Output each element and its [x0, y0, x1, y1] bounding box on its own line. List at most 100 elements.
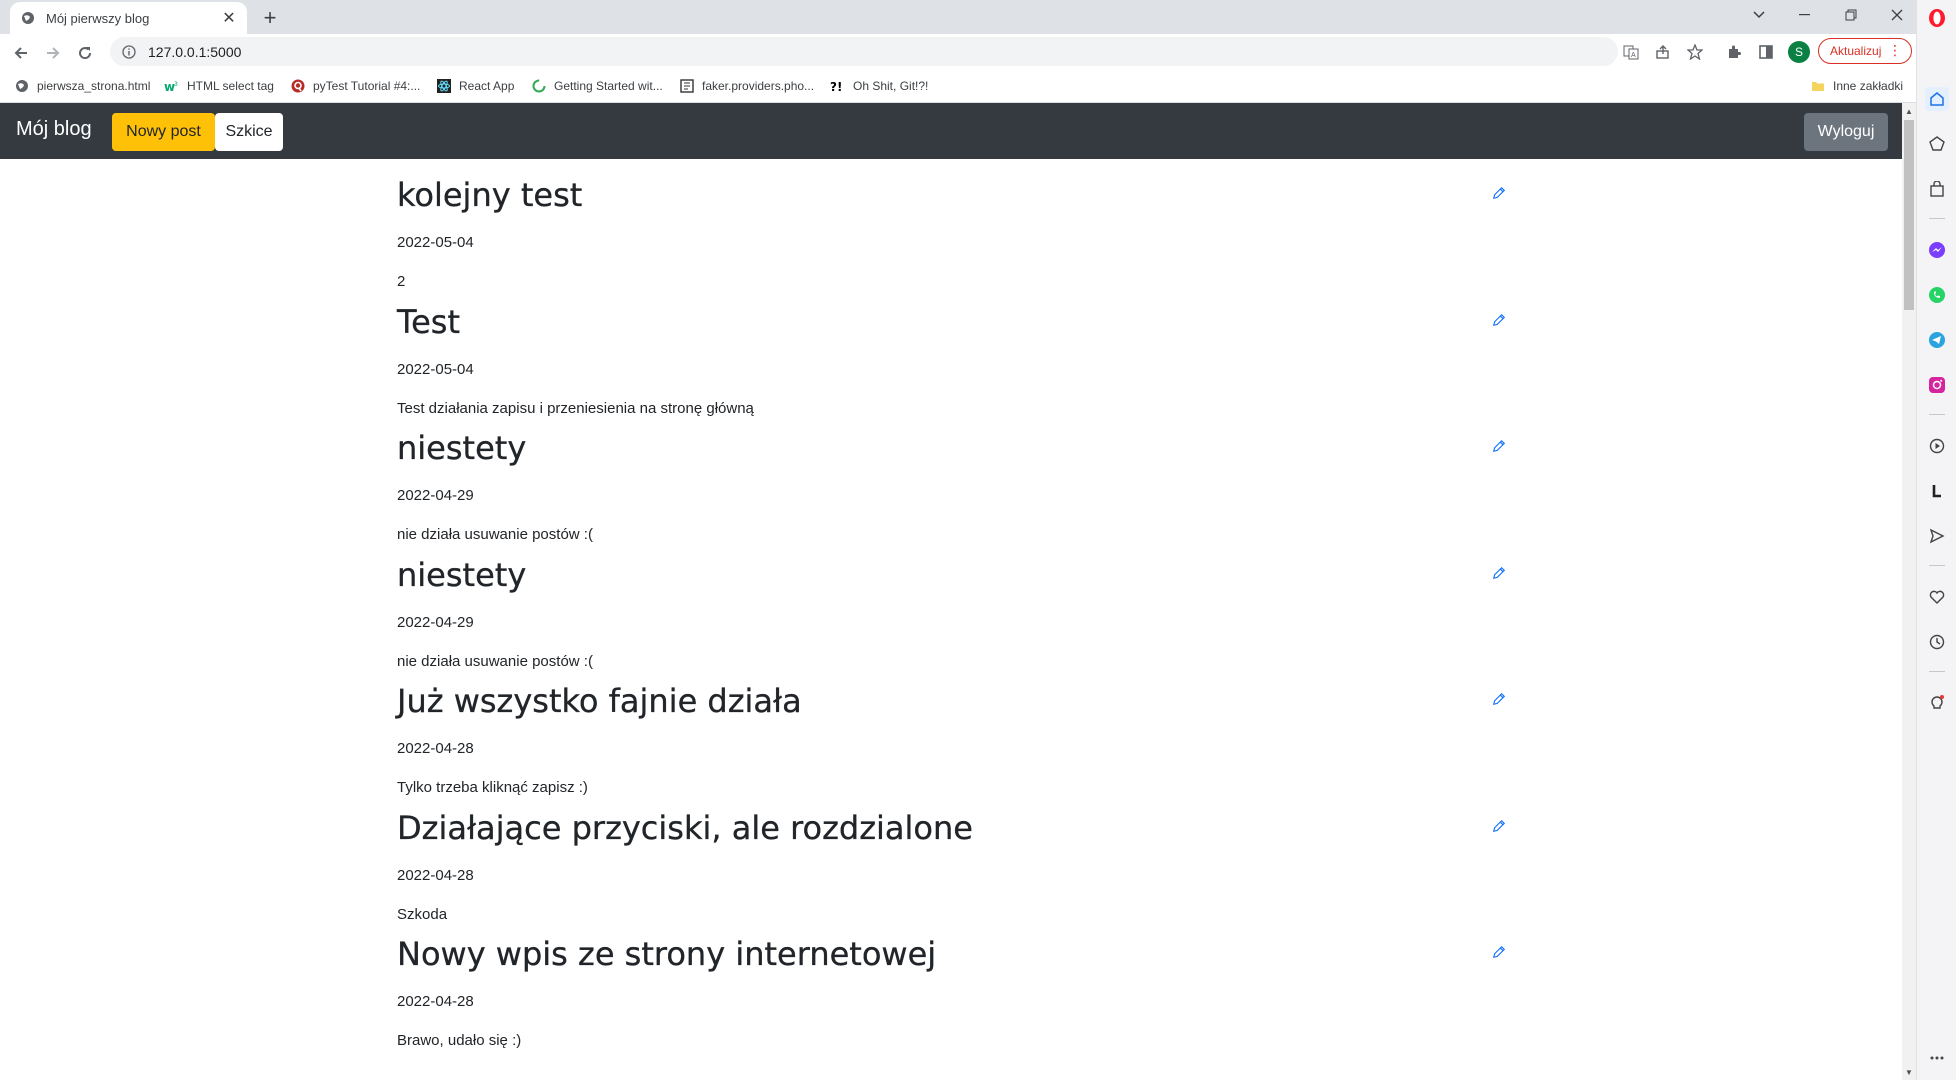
- post-item: Już wszystko fajnie działa 2022-04-28 Tylk…: [397, 665, 1509, 796]
- close-window-button[interactable]: [1874, 0, 1920, 30]
- profile-avatar[interactable]: S: [1788, 41, 1810, 63]
- url-text: 127.0.0.1:5000: [148, 43, 242, 60]
- new-post-button[interactable]: Nowy post: [112, 113, 215, 151]
- svg-text:A: A: [1631, 52, 1636, 59]
- drafts-button[interactable]: Szkice: [215, 113, 283, 151]
- logout-button[interactable]: Wyloguj: [1804, 113, 1888, 151]
- svg-text:?!: ?!: [830, 80, 842, 93]
- site-brand[interactable]: Mój blog: [16, 118, 92, 141]
- post-title[interactable]: Działające przyciski, ale rozdzialone: [397, 808, 973, 846]
- home-icon[interactable]: [1925, 87, 1949, 111]
- edit-pencil-icon[interactable]: [1490, 943, 1508, 961]
- site-info-icon[interactable]: [120, 43, 138, 61]
- back-icon[interactable]: [8, 40, 34, 66]
- globe-icon: [20, 10, 36, 26]
- bookmark-label: React App: [459, 79, 515, 93]
- send-icon[interactable]: [1925, 524, 1949, 548]
- bookmark-item[interactable]: Getting Started wit...: [531, 76, 663, 96]
- scroll-up-arrow[interactable]: ▲: [1902, 103, 1916, 119]
- folder-icon: [1810, 78, 1826, 94]
- page-viewport: Mój blog Nowy post Szkice Wyloguj kolejn…: [0, 103, 1916, 1080]
- telegram-icon[interactable]: [1925, 328, 1949, 352]
- post-title[interactable]: niestety: [397, 429, 527, 467]
- edit-pencil-icon[interactable]: [1490, 184, 1508, 202]
- translate-icon[interactable]: A: [1620, 41, 1642, 63]
- post-date: 2022-04-28: [397, 740, 474, 757]
- l-icon[interactable]: [1925, 479, 1949, 503]
- edit-pencil-icon[interactable]: [1490, 690, 1508, 708]
- globe-icon: [14, 78, 30, 94]
- bookmark-item[interactable]: ?! Oh Shit, Git!?!: [830, 76, 928, 96]
- tab-search-icon[interactable]: [1736, 0, 1782, 30]
- extensions-icon[interactable]: [1723, 41, 1745, 63]
- bookmark-label: faker.providers.pho...: [702, 79, 815, 93]
- post-date: 2022-04-28: [397, 866, 474, 884]
- pinboard-icon[interactable]: [1925, 132, 1949, 156]
- browser-tab[interactable]: Mój pierwszy blog ✕: [10, 2, 247, 34]
- page-scrollbar[interactable]: ▲ ▼: [1902, 103, 1916, 1080]
- history-icon[interactable]: [1925, 630, 1949, 654]
- post-title[interactable]: Już wszystko fajnie działa: [397, 682, 802, 720]
- post-item: Nowy wpis ze strony internetowej 2022-04-…: [397, 918, 1509, 1049]
- edit-pencil-icon[interactable]: [1490, 311, 1508, 329]
- bookmark-item[interactable]: pierwsza_strona.html: [14, 76, 150, 96]
- post-date: 2022-05-04: [397, 360, 474, 378]
- opera-sidebar: [1916, 0, 1956, 1080]
- bookmark-star-icon[interactable]: [1684, 41, 1706, 63]
- sidebar-divider: [1929, 671, 1945, 672]
- edit-pencil-icon[interactable]: [1490, 817, 1508, 835]
- bookmark-item[interactable]: w3 HTML select tag: [164, 76, 274, 96]
- post-item: Test 2022-05-04 Test działania zapisu i pr…: [397, 286, 1509, 417]
- messenger-icon[interactable]: [1925, 238, 1949, 262]
- restore-button[interactable]: [1828, 0, 1874, 30]
- edit-pencil-icon[interactable]: [1490, 564, 1508, 582]
- post-item: kolejny test 2022-05-04 2: [397, 159, 1509, 290]
- side-panel-icon[interactable]: [1755, 41, 1777, 63]
- q-icon: [290, 78, 306, 94]
- menu-dots-icon[interactable]: ⋮: [1888, 42, 1902, 59]
- address-bar[interactable]: 127.0.0.1:5000: [110, 37, 1618, 66]
- post-title[interactable]: kolejny test: [397, 176, 583, 214]
- post-date: 2022-04-29: [397, 613, 474, 631]
- scroll-down-arrow[interactable]: ▼: [1902, 1064, 1916, 1080]
- bookmark-label: HTML select tag: [187, 79, 274, 93]
- post-title[interactable]: niestety: [397, 555, 527, 593]
- reload-icon[interactable]: [72, 40, 98, 66]
- forward-icon[interactable]: [40, 40, 66, 66]
- w3schools-icon: w3: [164, 78, 180, 94]
- more-icon[interactable]: [1925, 1046, 1949, 1070]
- share-icon[interactable]: [1652, 41, 1674, 63]
- bookmark-item[interactable]: faker.providers.pho...: [679, 76, 814, 96]
- bookmark-label: pyTest Tutorial #4:...: [313, 79, 421, 93]
- post-title[interactable]: Nowy wpis ze strony internetowej: [397, 935, 936, 973]
- tab-strip: Mój pierwszy blog ✕ +: [0, 0, 1956, 34]
- opera-logo-icon[interactable]: [1925, 6, 1949, 30]
- instagram-icon[interactable]: [1925, 373, 1949, 397]
- shopping-bag-icon[interactable]: [1925, 177, 1949, 201]
- minimize-button[interactable]: [1782, 0, 1828, 30]
- new-tab-button[interactable]: +: [258, 5, 282, 30]
- sidebar-divider: [1929, 565, 1945, 566]
- other-bookmarks[interactable]: Inne zakładki: [1810, 76, 1903, 96]
- browser-toolbar: 127.0.0.1:5000 A S Aktualizuj ⋮: [0, 34, 1916, 70]
- lightbulb-icon[interactable]: [1925, 691, 1949, 715]
- close-tab-icon[interactable]: ✕: [221, 10, 237, 27]
- post-date: 2022-04-28: [397, 993, 474, 1010]
- doc-icon: [679, 78, 695, 94]
- screen: Mój pierwszy blog ✕ + 127.0.0.1:5000 A S…: [0, 0, 1956, 1080]
- scroll-thumb[interactable]: [1904, 120, 1914, 310]
- bookmark-item[interactable]: pyTest Tutorial #4:...: [290, 76, 420, 96]
- heart-icon[interactable]: [1925, 585, 1949, 609]
- site-navbar: Mój blog Nowy post Szkice Wyloguj: [0, 103, 1916, 159]
- other-bookmarks-label: Inne zakładki: [1833, 79, 1904, 93]
- whatsapp-icon[interactable]: [1925, 283, 1949, 307]
- bookmark-item[interactable]: React App: [436, 76, 514, 96]
- edit-pencil-icon[interactable]: [1490, 437, 1508, 455]
- bookmarks-bar: pierwsza_strona.html w3 HTML select tag …: [0, 70, 1916, 103]
- post-list: kolejny test 2022-05-04 2 Test 2022-05-04 Tes…: [397, 159, 1509, 1049]
- update-button[interactable]: Aktualizuj ⋮: [1818, 38, 1912, 64]
- post-title[interactable]: Test: [397, 302, 460, 340]
- exclaim-icon: ?!: [830, 78, 846, 94]
- post-item: niestety 2022-04-29 nie działa usuwanie po…: [397, 539, 1509, 670]
- player-icon[interactable]: [1925, 434, 1949, 458]
